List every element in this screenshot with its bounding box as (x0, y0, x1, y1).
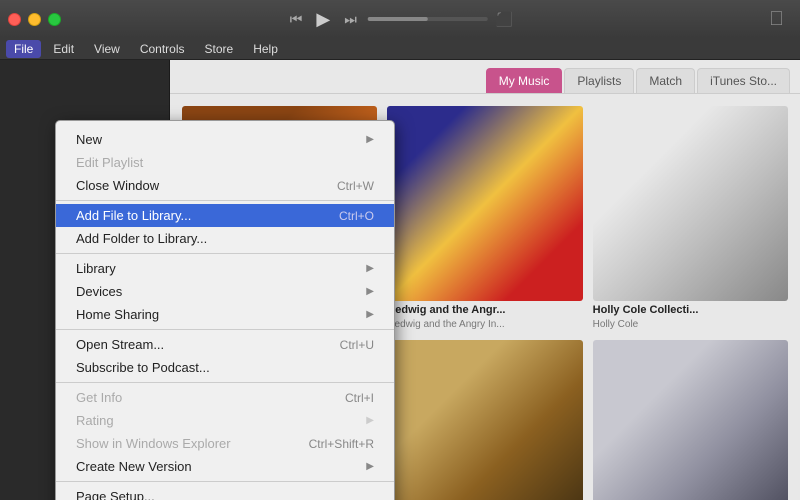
menu-get-info: Get Info Ctrl+I (56, 386, 394, 409)
title-bar: ⏮ ▶ ⏭ ⬛  (0, 0, 800, 38)
next-button[interactable]: ⏭ (341, 11, 360, 28)
maximize-button[interactable] (48, 13, 61, 26)
apple-logo:  (769, 8, 784, 31)
menu-home-sharing[interactable]: Home Sharing (56, 303, 394, 326)
menu-store[interactable]: Store (197, 40, 242, 58)
album-art-hedwig (387, 106, 582, 301)
airplay-icon[interactable]: ⬛ (496, 11, 513, 28)
menu-subscribe-podcast[interactable]: Subscribe to Podcast... (56, 356, 394, 379)
menu-section-6: Page Setup... Print... Ctrl+P (56, 482, 394, 500)
menu-section-3: Library Devices Home Sharing (56, 254, 394, 330)
menu-add-file[interactable]: Add File to Library... Ctrl+O (56, 204, 394, 227)
album-artist-hedwig: Hedwig and the Angry In... (387, 319, 582, 330)
content-tabs: My Music Playlists Match iTunes Sto... (170, 60, 800, 94)
play-button[interactable]: ▶ (313, 9, 333, 30)
menu-view[interactable]: View (86, 40, 128, 58)
progress-bar[interactable] (368, 17, 488, 21)
menu-file[interactable]: File (6, 40, 41, 58)
minimize-button[interactable] (28, 13, 41, 26)
menu-rating: Rating (56, 409, 394, 432)
album-artist-holly: Holly Cole (593, 319, 788, 330)
album-title-hedwig: Hedwig and the Angr... (387, 304, 582, 316)
prev-button[interactable]: ⏮ (287, 11, 306, 28)
menu-library[interactable]: Library (56, 257, 394, 280)
album-various[interactable]: Various Positions Leonard Cohen (593, 340, 788, 500)
menu-close-window[interactable]: Close Window Ctrl+W (56, 174, 394, 197)
menu-open-stream[interactable]: Open Stream... Ctrl+U (56, 333, 394, 356)
tab-playlists[interactable]: Playlists (564, 68, 634, 93)
menu-new[interactable]: New (56, 128, 394, 151)
main-area: My Music Playlists Match iTunes Sto... f… (0, 60, 800, 500)
menu-edit-playlist: Edit Playlist (56, 151, 394, 174)
menu-help[interactable]: Help (245, 40, 286, 58)
itunes-window: ⏮ ▶ ⏭ ⬛  File Edit View Controls Store … (0, 0, 800, 500)
tab-itunes-store[interactable]: iTunes Sto... (697, 68, 790, 93)
menu-controls[interactable]: Controls (132, 40, 193, 58)
menu-section-2: Add File to Library... Ctrl+O Add Folder… (56, 201, 394, 254)
file-menu-dropdown: New Edit Playlist Close Window Ctrl+W Ad… (55, 120, 395, 500)
album-hedwig[interactable]: Hedwig and the Angr... Hedwig and the An… (387, 106, 582, 330)
tab-match[interactable]: Match (636, 68, 695, 93)
album-art-various (593, 340, 788, 500)
album-art-cohen2 (387, 340, 582, 500)
album-art-holly (593, 106, 788, 301)
transport-controls: ⏮ ▶ ⏭ ⬛ (287, 9, 514, 30)
menu-devices[interactable]: Devices (56, 280, 394, 303)
menu-bar: File Edit View Controls Store Help (0, 38, 800, 60)
album-cohen2[interactable]: Songs of Leonard Coh... Leonard Cohen (387, 340, 582, 500)
menu-add-folder[interactable]: Add Folder to Library... (56, 227, 394, 250)
menu-edit[interactable]: Edit (45, 40, 82, 58)
menu-section-5: Get Info Ctrl+I Rating Show in Windows E… (56, 383, 394, 482)
tab-my-music[interactable]: My Music (486, 68, 563, 93)
menu-section-1: New Edit Playlist Close Window Ctrl+W (56, 125, 394, 201)
album-title-holly: Holly Cole Collecti... (593, 304, 788, 316)
window-controls (8, 13, 61, 26)
menu-section-4: Open Stream... Ctrl+U Subscribe to Podca… (56, 330, 394, 383)
menu-create-new-version[interactable]: Create New Version (56, 455, 394, 478)
menu-show-windows-explorer: Show in Windows Explorer Ctrl+Shift+R (56, 432, 394, 455)
progress-fill (368, 17, 428, 21)
album-holly[interactable]: Holly Cole Collecti... Holly Cole (593, 106, 788, 330)
close-button[interactable] (8, 13, 21, 26)
menu-page-setup[interactable]: Page Setup... (56, 485, 394, 500)
